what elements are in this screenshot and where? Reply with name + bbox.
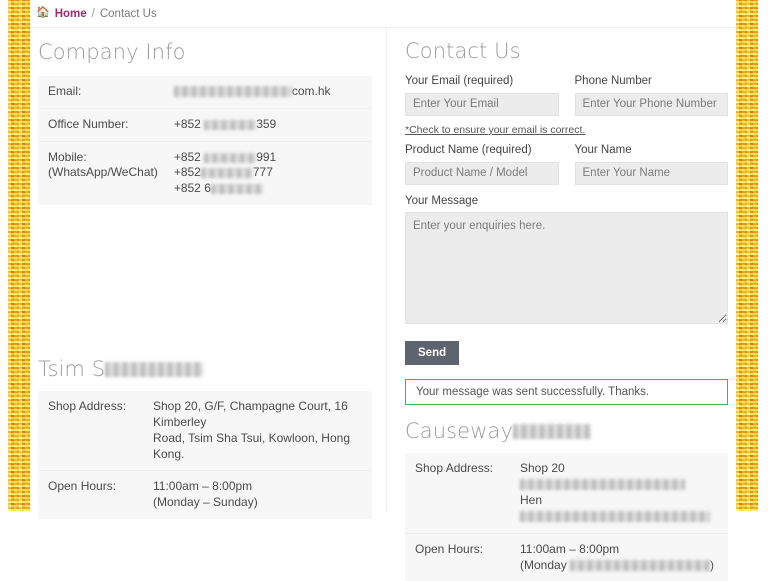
- form-row-1: Your Email (required) Phone Number: [405, 75, 728, 120]
- shop-left-title: Tsim S: [38, 357, 372, 381]
- redacted-digits: [204, 120, 256, 130]
- email-label: Email:: [38, 76, 164, 108]
- name-input[interactable]: [575, 162, 729, 185]
- shop-right-block: Causeway Shop Address: Shop 20 Hen Open …: [405, 419, 728, 581]
- table-row: Email: com.hk: [38, 76, 372, 108]
- right-column: Contact Us Your Email (required) Phone N…: [386, 28, 736, 511]
- product-field-group: Product Name (required): [405, 144, 559, 185]
- form-row-2: Product Name (required) Your Name: [405, 144, 728, 189]
- redacted-digits: [211, 184, 263, 194]
- redacted-address: [520, 511, 710, 522]
- table-row: Mobile: (WhatsApp/WeChat) +852 991 +8527…: [38, 141, 372, 205]
- shop-left-table: Shop Address: Shop 20, G/F, Champagne Co…: [38, 391, 372, 519]
- email-value: com.hk: [164, 76, 372, 108]
- table-row: Shop Address: Shop 20, G/F, Champagne Co…: [38, 391, 372, 471]
- contact-form-title: Contact Us: [405, 39, 728, 63]
- content-columns: Company Info Email: com.hk Office Number…: [30, 28, 736, 511]
- product-input[interactable]: [405, 162, 559, 185]
- mobile-line-3: +852 6: [174, 181, 366, 197]
- shop-right-address-label: Shop Address:: [405, 453, 510, 533]
- send-button[interactable]: Send: [405, 341, 459, 365]
- email-field-label: Your Email (required): [405, 75, 559, 89]
- breadcrumb-home-link[interactable]: Home: [55, 8, 87, 20]
- left-column: Company Info Email: com.hk Office Number…: [30, 28, 386, 511]
- phone-input[interactable]: [575, 93, 729, 116]
- mobile-label: Mobile: (WhatsApp/WeChat): [38, 141, 164, 205]
- shop-right-address-value: Shop 20 Hen: [510, 453, 728, 533]
- company-info-title: Company Info: [38, 40, 372, 64]
- shop-left-hours-value: 11:00am – 8:00pm (Monday – Sunday): [143, 471, 372, 519]
- email-input[interactable]: [405, 93, 559, 116]
- breadcrumb-separator: /: [92, 8, 95, 20]
- success-message: Your message was sent successfully. Than…: [405, 379, 728, 405]
- message-field-label: Your Message: [405, 195, 728, 209]
- shop-left-address-label: Shop Address:: [38, 391, 143, 471]
- redacted-hours: [570, 560, 710, 571]
- left-glitter-border: [8, 0, 30, 511]
- redacted-shop-title: [513, 424, 591, 439]
- mobile-label-line1: Mobile:: [48, 150, 158, 166]
- table-row: Shop Address: Shop 20 Hen: [405, 453, 728, 533]
- breadcrumb-current: Contact Us: [100, 8, 157, 20]
- home-icon: 🏠: [36, 8, 50, 19]
- shop-left-hours-label: Open Hours:: [38, 471, 143, 519]
- table-row: Office Number: +852 359: [38, 108, 372, 141]
- shop-right-title: Causeway: [405, 419, 728, 443]
- mobile-line-1: +852 991: [174, 150, 366, 166]
- mobile-line-2: +852777: [174, 165, 366, 181]
- message-field-group: Your Message: [405, 195, 728, 330]
- email-field-group: Your Email (required): [405, 75, 559, 116]
- table-row: Open Hours: 11:00am – 8:00pm (Monday ): [405, 533, 728, 581]
- mobile-values: +852 991 +852777 +852 6: [164, 141, 372, 205]
- shop-left-block: Tsim S Shop Address: Shop 20, G/F, Champ…: [38, 357, 372, 519]
- page-content: 🏠 Home / Contact Us Company Info Email: …: [30, 0, 736, 511]
- redacted-digits: [201, 168, 253, 178]
- office-number-value: +852 359: [164, 108, 372, 141]
- company-info-table: Email: com.hk Office Number: +852 359 Mo…: [38, 76, 372, 205]
- shop-right-hours-label: Open Hours:: [405, 533, 510, 581]
- redacted-digits: [204, 153, 256, 163]
- right-glitter-border: [736, 0, 758, 511]
- message-textarea[interactable]: [405, 212, 728, 324]
- mobile-label-line2: (WhatsApp/WeChat): [48, 165, 158, 181]
- name-field-label: Your Name: [575, 144, 729, 158]
- redacted-shop-title: [105, 362, 203, 377]
- redacted-email: [174, 86, 292, 97]
- shop-left-address-value: Shop 20, G/F, Champagne Court, 16 Kimber…: [143, 391, 372, 471]
- shop-right-table: Shop Address: Shop 20 Hen Open Hours: 11…: [405, 453, 728, 581]
- phone-field-group: Phone Number: [575, 75, 729, 116]
- shop-right-hours-value: 11:00am – 8:00pm (Monday ): [510, 533, 728, 581]
- office-number-label: Office Number:: [38, 108, 164, 141]
- breadcrumb: 🏠 Home / Contact Us: [30, 0, 736, 28]
- name-field-group: Your Name: [575, 144, 729, 185]
- table-row: Open Hours: 11:00am – 8:00pm (Monday – S…: [38, 471, 372, 519]
- phone-field-label: Phone Number: [575, 75, 729, 89]
- email-check-note[interactable]: *Check to ensure your email is correct.: [405, 124, 585, 136]
- redacted-address: [520, 479, 685, 490]
- product-field-label: Product Name (required): [405, 144, 559, 158]
